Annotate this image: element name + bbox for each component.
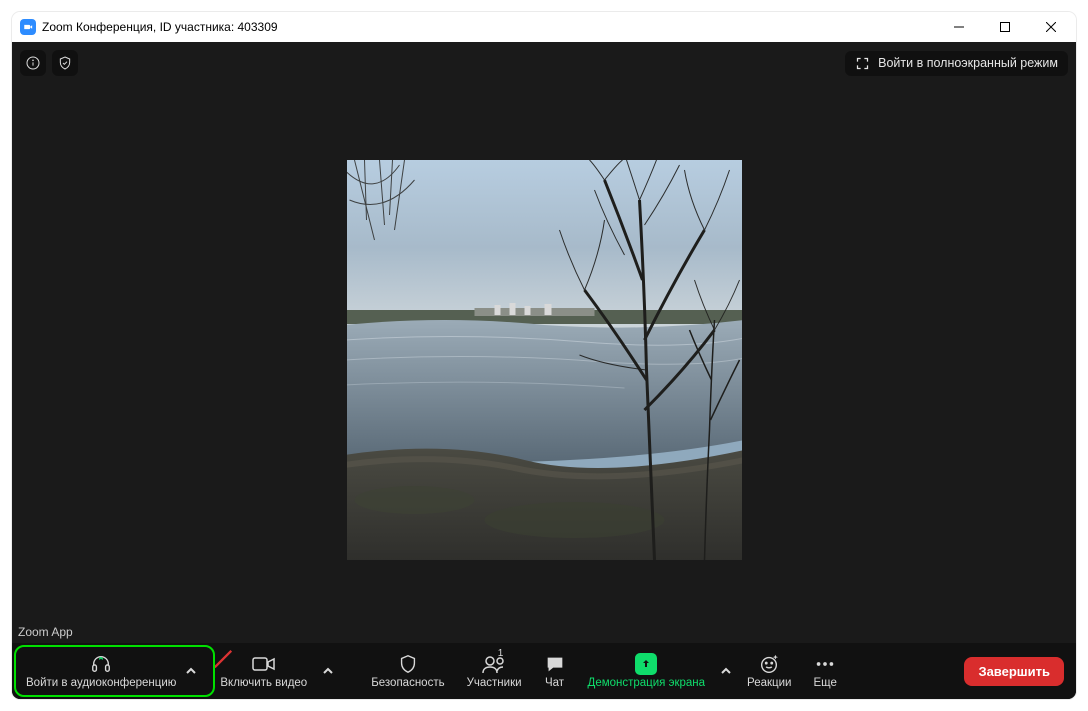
- encryption-shield-button[interactable]: [52, 50, 78, 76]
- window-title: Zoom Конференция, ID участника: 403309: [42, 20, 278, 34]
- zoom-app-overlay-label: Zoom App: [14, 623, 77, 641]
- video-off-icon: [251, 653, 277, 675]
- maximize-button[interactable]: [982, 12, 1028, 42]
- participants-count: 1: [498, 648, 504, 659]
- meeting-content: Войти в полноэкранный режим: [12, 42, 1076, 699]
- audio-options-chevron[interactable]: [182, 647, 200, 695]
- end-label: Завершить: [978, 664, 1050, 679]
- enter-fullscreen-button[interactable]: Войти в полноэкранный режим: [845, 51, 1068, 76]
- meeting-toolbar: Войти в аудиоконференцию Включить видео: [12, 643, 1076, 699]
- reactions-icon: [758, 653, 780, 675]
- start-video-button[interactable]: Включить видео: [210, 647, 317, 695]
- titlebar: Zoom Конференция, ID участника: 403309: [12, 12, 1076, 42]
- chat-icon: [544, 653, 566, 675]
- shield-icon: [397, 653, 419, 675]
- more-icon: [814, 653, 836, 675]
- chat-button[interactable]: Чат: [534, 647, 576, 695]
- video-options-chevron[interactable]: [319, 647, 337, 695]
- security-button[interactable]: Безопасность: [361, 647, 454, 695]
- end-meeting-button[interactable]: Завершить: [964, 657, 1064, 686]
- reactions-button[interactable]: Реакции: [737, 647, 801, 695]
- more-label: Еще: [813, 677, 836, 689]
- meeting-topbar: Войти в полноэкранный режим: [20, 50, 1068, 76]
- meeting-info-button[interactable]: [20, 50, 46, 76]
- participants-label: Участники: [467, 677, 522, 689]
- zoom-app-icon: [20, 19, 36, 35]
- start-video-label: Включить видео: [220, 677, 307, 689]
- join-audio-button[interactable]: Войти в аудиоконференцию: [16, 647, 180, 695]
- more-button[interactable]: Еще: [803, 647, 846, 695]
- join-audio-label: Войти в аудиоконференцию: [26, 677, 176, 689]
- headphones-icon: [89, 653, 113, 675]
- share-screen-icon: [635, 653, 657, 675]
- fullscreen-icon: [855, 56, 870, 71]
- share-options-chevron[interactable]: [717, 647, 735, 695]
- reactions-label: Реакции: [747, 677, 791, 689]
- security-label: Безопасность: [371, 677, 444, 689]
- chat-label: Чат: [545, 677, 564, 689]
- share-screen-label: Демонстрация экрана: [588, 677, 706, 689]
- video-area: [12, 78, 1076, 641]
- minimize-button[interactable]: [936, 12, 982, 42]
- participant-video[interactable]: [347, 160, 742, 560]
- share-screen-button[interactable]: Демонстрация экрана: [578, 647, 716, 695]
- participants-button[interactable]: 1 Участники: [457, 647, 532, 695]
- zoom-window: Zoom Конференция, ID участника: 403309: [12, 12, 1076, 699]
- fullscreen-label: Войти в полноэкранный режим: [878, 56, 1058, 70]
- close-button[interactable]: [1028, 12, 1074, 42]
